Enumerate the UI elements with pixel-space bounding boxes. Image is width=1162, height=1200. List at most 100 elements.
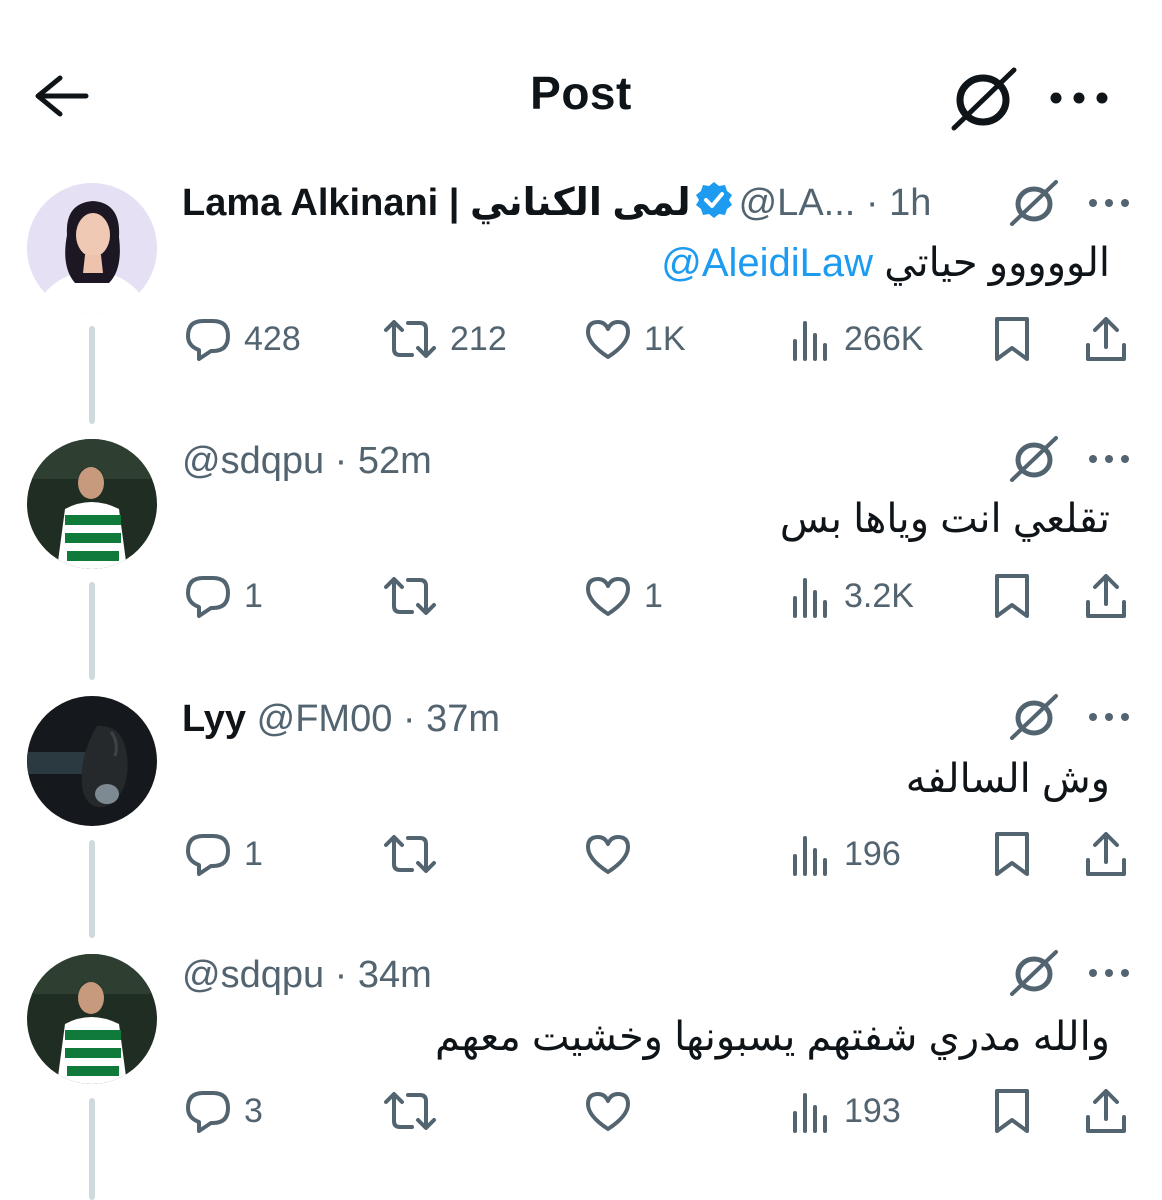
share-icon: [1086, 317, 1126, 361]
timestamp[interactable]: 34m: [358, 954, 432, 996]
reply-button[interactable]: 1: [184, 568, 263, 624]
views-count: 3.2K: [844, 576, 914, 615]
views-button[interactable]: 266K: [788, 311, 923, 367]
repost-icon: [384, 320, 436, 358]
timestamp[interactable]: 37m: [426, 698, 500, 740]
handle[interactable]: @sdqpu: [182, 440, 324, 482]
repost-button[interactable]: [382, 826, 450, 882]
avatar[interactable]: [27, 954, 157, 1084]
tweet-text: الووووو حياتي @AleidiLaw: [661, 240, 1110, 286]
share-button[interactable]: [1082, 826, 1130, 882]
mention-link[interactable]: @AleidiLaw: [661, 241, 873, 285]
display-name[interactable]: Lama Alkinani | لمى الكناني: [182, 182, 691, 224]
views-button[interactable]: 3.2K: [788, 568, 914, 624]
action-bar: 428 212 1K 266K: [0, 311, 1162, 367]
like-icon: [586, 577, 630, 616]
share-button[interactable]: [1082, 1083, 1130, 1139]
grok-icon[interactable]: [1008, 948, 1060, 998]
bookmark-icon: [995, 317, 1029, 361]
like-button[interactable]: 1: [584, 568, 663, 624]
tweet[interactable]: @sdqpu · 52m تقلعي انت وياها بس 1 1 3.2K: [0, 420, 1162, 680]
share-icon: [1086, 574, 1126, 618]
action-bar: 3 193: [0, 1083, 1162, 1139]
share-icon: [1086, 832, 1126, 876]
views-count: 196: [844, 834, 901, 873]
timestamp[interactable]: 1h: [889, 182, 931, 224]
timestamp[interactable]: 52m: [358, 440, 432, 482]
avatar[interactable]: [27, 696, 157, 826]
tweet-meta: @sdqpu · 52m: [182, 440, 432, 482]
repost-icon: [384, 1092, 436, 1130]
views-count: 266K: [844, 319, 924, 358]
tweet-text-content: الووووو حياتي: [884, 241, 1110, 285]
repost-button[interactable]: [382, 1083, 450, 1139]
more-icon[interactable]: [1086, 960, 1132, 986]
bookmark-button[interactable]: [990, 311, 1034, 367]
bookmark-icon: [995, 832, 1029, 876]
bookmark-button[interactable]: [990, 826, 1034, 882]
handle[interactable]: @FM00: [257, 698, 393, 740]
repost-button[interactable]: [382, 568, 450, 624]
reply-button[interactable]: 428: [184, 311, 301, 367]
display-name[interactable]: Lyy: [182, 698, 246, 740]
action-bar: 1 196: [0, 826, 1162, 882]
tweet-text: والله مدري شفتهم يسبونها وخشيت معهم: [435, 1015, 1110, 1059]
tweet[interactable]: Lyy @FM00 · 37m وش السالفه 1 196: [0, 680, 1162, 938]
views-button[interactable]: 193: [788, 1083, 901, 1139]
reply-count: 428: [244, 319, 301, 358]
action-bar: 1 1 3.2K: [0, 568, 1162, 624]
share-button[interactable]: [1082, 568, 1130, 624]
repost-icon: [384, 577, 436, 615]
repost-icon: [384, 835, 436, 873]
bookmark-icon: [995, 574, 1029, 618]
repost-count: 212: [450, 319, 507, 358]
reply-icon: [186, 1091, 230, 1133]
like-count: 1: [644, 576, 663, 615]
views-count: 193: [844, 1091, 901, 1130]
more-icon[interactable]: [1086, 704, 1132, 730]
reply-icon: [186, 319, 230, 361]
repost-button[interactable]: 212: [382, 311, 507, 367]
like-icon: [586, 320, 630, 359]
like-icon: [586, 835, 630, 874]
grok-icon[interactable]: [1008, 692, 1060, 742]
bookmark-button[interactable]: [990, 568, 1034, 624]
avatar[interactable]: [27, 439, 157, 569]
reply-icon: [186, 834, 230, 876]
reply-icon: [186, 576, 230, 618]
avatar[interactable]: [27, 183, 157, 313]
views-button[interactable]: 196: [788, 826, 901, 882]
views-icon: [793, 1093, 827, 1133]
bookmark-button[interactable]: [990, 1083, 1034, 1139]
reply-count: 1: [244, 576, 263, 615]
like-button[interactable]: 1K: [584, 311, 686, 367]
views-icon: [793, 578, 827, 618]
reply-button[interactable]: 1: [184, 826, 263, 882]
like-count: 1K: [644, 319, 686, 358]
reply-count: 1: [244, 834, 263, 873]
views-icon: [793, 321, 827, 361]
share-icon: [1086, 1089, 1126, 1133]
tweet-text: تقلعي انت وياها بس: [779, 497, 1110, 541]
like-button[interactable]: [584, 826, 644, 882]
share-button[interactable]: [1082, 311, 1130, 367]
verified-badge-icon: [695, 181, 733, 229]
grok-icon[interactable]: [1008, 434, 1060, 484]
tweet[interactable]: Lama Alkinani | لمى الكناني @LA... · 1h ا…: [0, 0, 1162, 424]
like-icon: [586, 1092, 630, 1131]
like-button[interactable]: [584, 1083, 644, 1139]
handle[interactable]: @sdqpu: [182, 954, 324, 996]
grok-icon[interactable]: [1008, 178, 1060, 228]
tweet[interactable]: @sdqpu · 34m والله مدري شفتهم يسبونها وخ…: [0, 938, 1162, 1200]
tweet-text: وش السالفه: [905, 757, 1110, 801]
views-icon: [793, 836, 827, 876]
more-icon[interactable]: [1086, 446, 1132, 472]
tweet-meta: @sdqpu · 34m: [182, 954, 432, 996]
reply-button[interactable]: 3: [184, 1083, 263, 1139]
tweet-meta: Lyy @FM00 · 37m: [182, 698, 501, 740]
handle[interactable]: @LA...: [739, 182, 856, 224]
more-icon[interactable]: [1086, 190, 1132, 216]
reply-count: 3: [244, 1091, 263, 1130]
tweet-meta: Lama Alkinani | لمى الكناني @LA... · 1h: [182, 180, 931, 229]
bookmark-icon: [995, 1089, 1029, 1133]
